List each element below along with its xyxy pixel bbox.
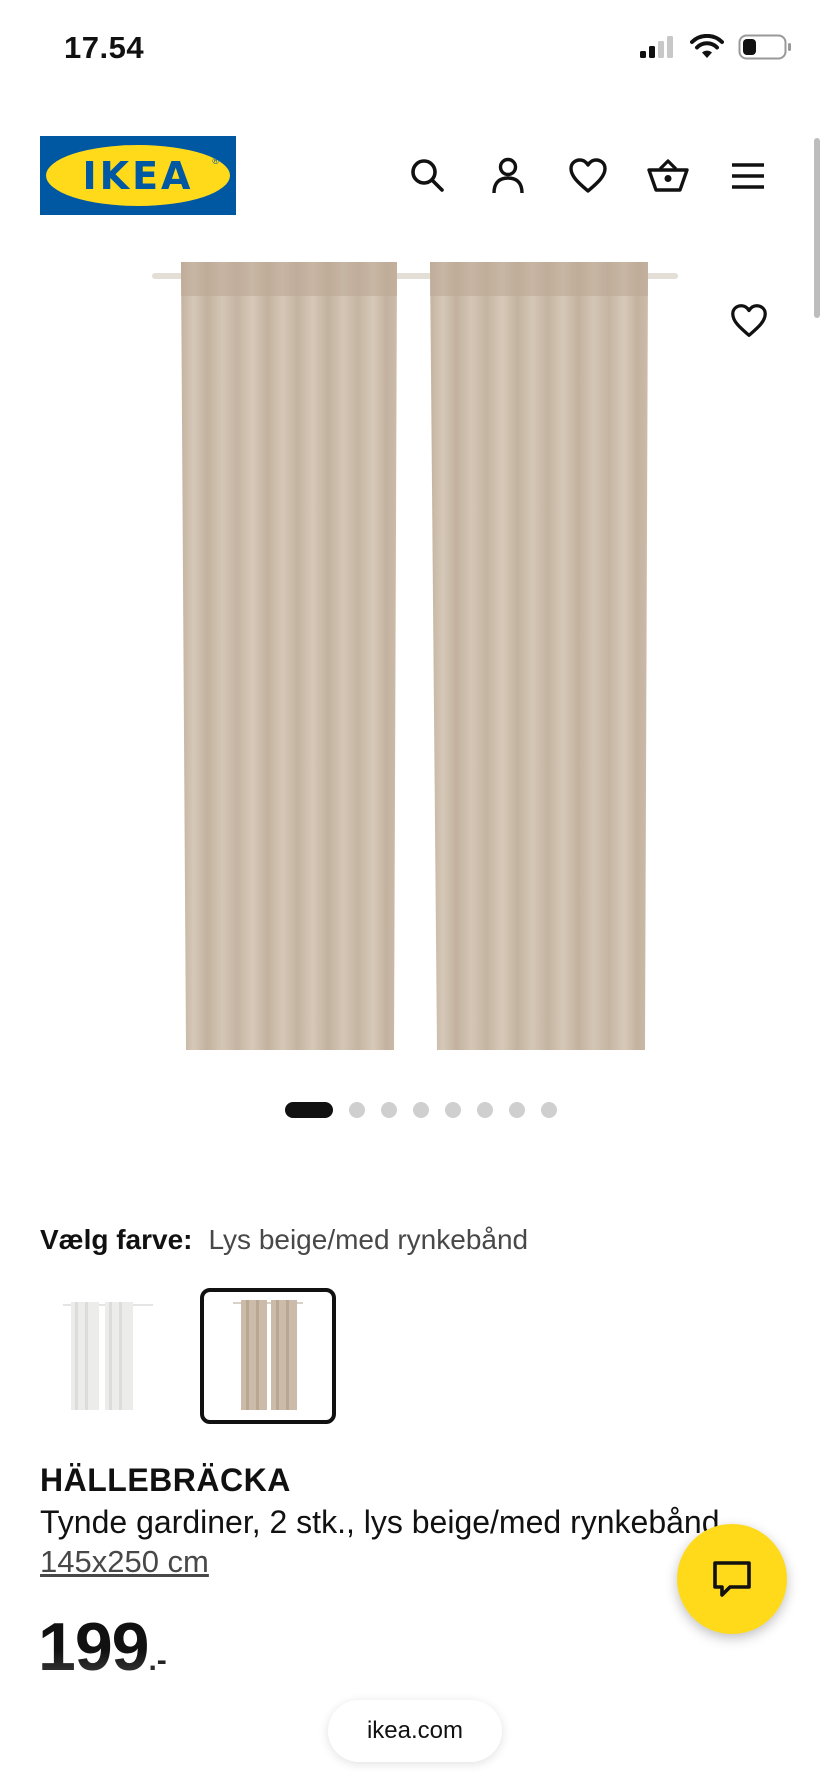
status-icons [638, 34, 792, 60]
color-label: Vælg farve: [40, 1224, 193, 1255]
price-suffix: .- [148, 1644, 167, 1677]
status-bar: 17.54 [0, 0, 828, 100]
color-value: Lys beige/med rynkebånd [208, 1224, 529, 1255]
carousel-dot-2[interactable] [349, 1102, 365, 1118]
beige-curtain-swatch[interactable] [200, 1288, 336, 1424]
white-curtain-swatch[interactable] [40, 1288, 176, 1424]
cellular-signal-icon [640, 36, 673, 58]
carousel-dot-1[interactable] [285, 1102, 333, 1118]
menu-icon[interactable] [726, 154, 770, 198]
account-icon[interactable] [486, 154, 530, 198]
chat-button[interactable] [677, 1524, 787, 1634]
chat-icon [713, 1561, 751, 1597]
white-curtain-thumbnail [63, 1302, 153, 1410]
product-image-curtains[interactable] [140, 250, 700, 1060]
color-selector: Vælg farve: Lys beige/med rynkebånd [40, 1224, 528, 1256]
carousel-dot-3[interactable] [381, 1102, 397, 1118]
battery-icon [738, 34, 791, 60]
product-name: HÄLLEBRÄCKA [40, 1462, 291, 1498]
scrollbar[interactable] [814, 138, 820, 318]
carousel-dot-5[interactable] [445, 1102, 461, 1118]
basket-icon[interactable] [646, 154, 690, 198]
product-price: 199 .- [38, 1608, 167, 1686]
status-time: 17.54 [64, 30, 145, 65]
logo-text: IKEA [82, 153, 194, 198]
wifi-icon [690, 34, 724, 58]
carousel-dot-4[interactable] [413, 1102, 429, 1118]
logo-registered-mark: ® [212, 156, 219, 166]
product-description: Tynde gardiner, 2 stk., lys beige/med ry… [40, 1504, 729, 1540]
price-amount: 199 [38, 1609, 149, 1685]
browser-url-bar[interactable]: ikea.com [328, 1700, 502, 1762]
search-icon[interactable] [406, 154, 450, 198]
beige-curtain-thumbnail [233, 1300, 303, 1410]
site-header: IKEA ® [0, 130, 828, 230]
product-size-link[interactable]: 145x250 cm [40, 1544, 209, 1580]
carousel-dot-7[interactable] [509, 1102, 525, 1118]
ikea-logo[interactable]: IKEA ® [40, 136, 236, 215]
image-carousel-dots [0, 1100, 828, 1120]
image-favorite-icon[interactable] [728, 300, 770, 342]
carousel-dot-8[interactable] [541, 1102, 557, 1118]
color-swatches [40, 1288, 336, 1424]
carousel-dot-6[interactable] [477, 1102, 493, 1118]
heart-icon[interactable] [566, 154, 610, 198]
